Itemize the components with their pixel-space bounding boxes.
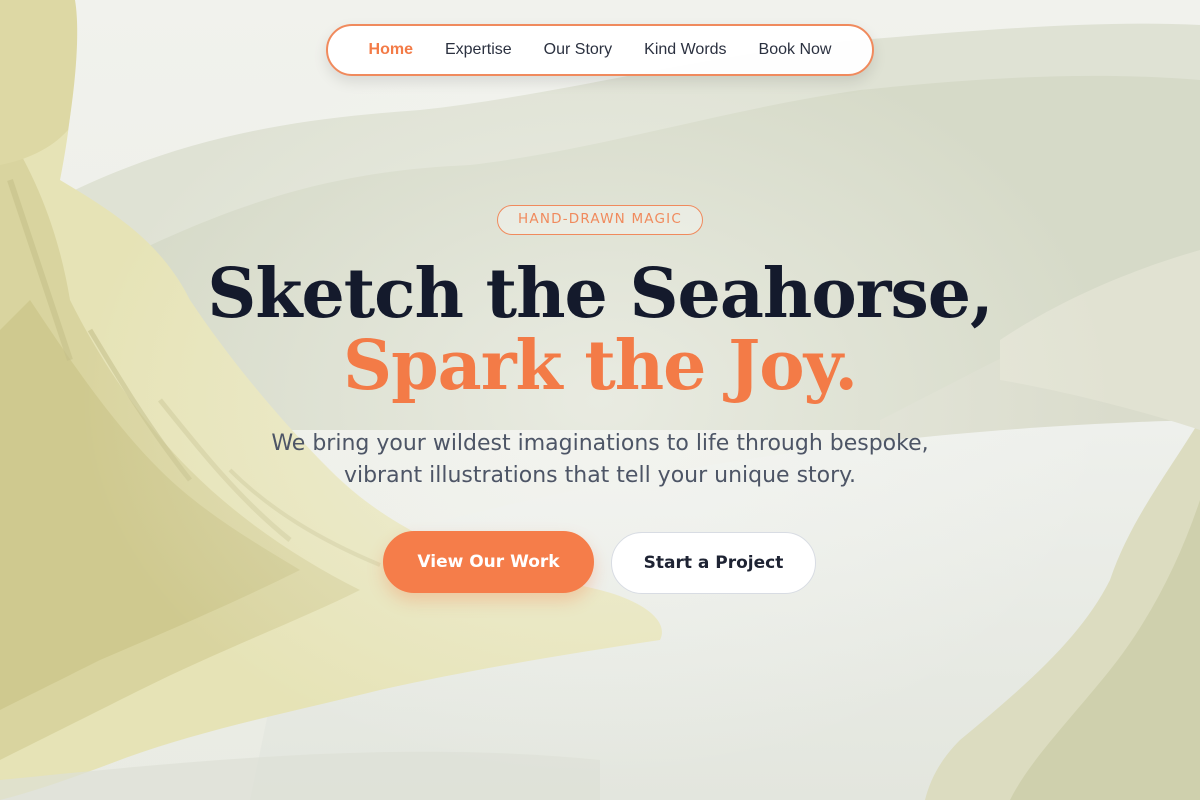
main-navigation: Home Expertise Our Story Kind Words Book… xyxy=(326,24,874,76)
hero-headline: Sketch the Seahorse, Spark the Joy. xyxy=(0,258,1200,402)
nav-link-expertise[interactable]: Expertise xyxy=(429,35,528,65)
hero-headline-line2: Spark the Joy. xyxy=(342,326,858,406)
nav-link-home[interactable]: Home xyxy=(353,35,429,65)
nav-link-our-story[interactable]: Our Story xyxy=(528,35,628,65)
hero-subtitle: We bring your wildest imaginations to li… xyxy=(271,431,929,488)
view-our-work-button[interactable]: View Our Work xyxy=(383,531,594,593)
hero-badge: HAND-DRAWN MAGIC xyxy=(497,205,703,235)
nav-link-book-now[interactable]: Book Now xyxy=(743,35,848,65)
nav-link-kind-words[interactable]: Kind Words xyxy=(628,35,742,65)
start-a-project-button[interactable]: Start a Project xyxy=(611,532,816,594)
hero-headline-line1: Sketch the Seahorse, xyxy=(207,254,993,334)
